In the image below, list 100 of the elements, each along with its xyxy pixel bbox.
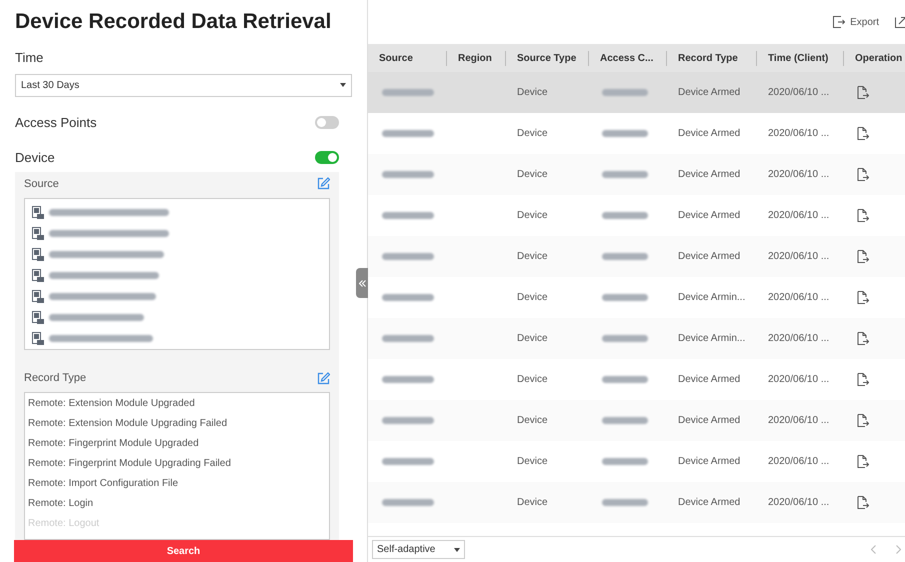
blurred-text bbox=[602, 417, 648, 424]
table-row[interactable]: Device Device Armed 2020/06/10 ... bbox=[368, 400, 905, 441]
table-cell: 2020/06/10 ... bbox=[768, 169, 830, 180]
device-icon bbox=[32, 227, 44, 240]
table-row[interactable]: Device Device Armed 2020/06/10 ... bbox=[368, 236, 905, 277]
table-cell: 2020/06/10 ... bbox=[768, 251, 830, 262]
file-export-icon[interactable] bbox=[857, 127, 869, 140]
page-title: Device Recorded Data Retrieval bbox=[15, 9, 332, 35]
table-cell: Device bbox=[517, 497, 548, 508]
collapse-handle[interactable] bbox=[356, 268, 368, 298]
file-export-icon[interactable] bbox=[857, 332, 869, 345]
file-export-icon[interactable] bbox=[857, 496, 869, 509]
blurred-text bbox=[382, 89, 434, 96]
export-button[interactable]: Export bbox=[833, 14, 879, 30]
export-icon bbox=[833, 16, 846, 28]
table-cell: Device Armed bbox=[678, 415, 740, 426]
blurred-text bbox=[382, 335, 434, 342]
blurred-text bbox=[602, 130, 648, 137]
blurred-text bbox=[602, 335, 648, 342]
caret-icon bbox=[454, 548, 460, 552]
table-cell: 2020/06/10 ... bbox=[768, 87, 830, 98]
file-export-icon[interactable] bbox=[857, 291, 869, 304]
blurred-text bbox=[382, 171, 434, 178]
blurred-text bbox=[602, 458, 648, 465]
double-chevron-icon bbox=[358, 280, 366, 286]
column-header[interactable]: Source Type bbox=[517, 52, 576, 64]
table-cell: Device Armed bbox=[678, 87, 740, 98]
record-type-item[interactable]: Remote: Import Configuration File bbox=[28, 476, 326, 496]
table-cell: 2020/06/10 ... bbox=[768, 128, 830, 139]
blurred-text bbox=[382, 417, 434, 424]
table-cell: Device Armed bbox=[678, 210, 740, 221]
blurred-text bbox=[382, 130, 434, 137]
expand-icon[interactable] bbox=[895, 16, 905, 28]
table-cell: 2020/06/10 ... bbox=[768, 497, 830, 508]
file-export-icon[interactable] bbox=[857, 86, 869, 99]
table-cell: 2020/06/10 ... bbox=[768, 374, 830, 385]
device-icon bbox=[32, 290, 44, 303]
record-type-item[interactable]: Remote: Extension Module Upgraded bbox=[28, 396, 326, 416]
file-export-icon[interactable] bbox=[857, 250, 869, 263]
file-export-icon[interactable] bbox=[857, 414, 869, 427]
blurred-text bbox=[382, 294, 434, 301]
page-size-dropdown[interactable]: Self-adaptive bbox=[372, 540, 465, 559]
record-type-label: Record Type bbox=[24, 371, 86, 386]
column-header[interactable]: Source bbox=[379, 52, 413, 64]
time-label: Time bbox=[15, 49, 44, 67]
table-cell: Device Armin... bbox=[678, 292, 746, 303]
blurred-text bbox=[602, 499, 648, 506]
edit-icon[interactable] bbox=[317, 177, 330, 190]
table-row[interactable]: Device Device Armed 2020/06/10 ... bbox=[368, 482, 905, 523]
column-header[interactable]: Record Type bbox=[678, 52, 738, 64]
toggle-label: Access Points bbox=[15, 114, 97, 132]
blurred-text bbox=[602, 294, 648, 301]
column-header[interactable]: Region bbox=[458, 52, 492, 64]
blurred-text bbox=[382, 499, 434, 506]
table-cell: 2020/06/10 ... bbox=[768, 415, 830, 426]
caret-icon bbox=[340, 83, 346, 87]
toggle-switch[interactable] bbox=[315, 116, 339, 129]
table-cell: Device bbox=[517, 87, 548, 98]
blurred-text bbox=[602, 89, 648, 96]
table-cell: Device bbox=[517, 169, 548, 180]
blurred-text bbox=[382, 376, 434, 383]
source-label: Source bbox=[24, 176, 59, 192]
toggle-switch[interactable] bbox=[315, 151, 339, 164]
table-cell: Device bbox=[517, 210, 548, 221]
table-cell: Device bbox=[517, 415, 548, 426]
column-header[interactable]: Access C... bbox=[600, 52, 654, 64]
table-cell: Device bbox=[517, 251, 548, 262]
table-row[interactable]: Device Device Armed 2020/06/10 ... bbox=[368, 154, 905, 195]
file-export-icon[interactable] bbox=[857, 209, 869, 222]
table-cell: Device bbox=[517, 333, 548, 344]
record-type-item[interactable]: Remote: Fingerprint Module Upgraded bbox=[28, 436, 326, 456]
file-export-icon[interactable] bbox=[857, 168, 869, 181]
table-cell: Device Armed bbox=[678, 128, 740, 139]
blurred-text bbox=[602, 171, 648, 178]
blurred-text bbox=[382, 212, 434, 219]
edit-icon[interactable] bbox=[317, 372, 330, 385]
table-cell: Device bbox=[517, 456, 548, 467]
column-header[interactable]: Time (Client) bbox=[768, 52, 828, 64]
device-icon bbox=[32, 248, 44, 261]
time-dropdown[interactable]: Last 30 Days bbox=[15, 74, 352, 96]
table-cell: Device Armed bbox=[678, 374, 740, 385]
table-cell: Device Armed bbox=[678, 497, 740, 508]
file-export-icon[interactable] bbox=[857, 455, 869, 468]
table-row[interactable]: Device Device Armed 2020/06/10 ... bbox=[368, 72, 905, 113]
toggle-label: Device bbox=[15, 149, 55, 167]
search-button[interactable]: Search bbox=[14, 540, 353, 562]
table-cell: 2020/06/10 ... bbox=[768, 210, 830, 221]
table-row[interactable]: Device Device Armin... 2020/06/10 ... bbox=[368, 318, 905, 359]
table-cell: Device Armed bbox=[678, 169, 740, 180]
table-cell: Device Armed bbox=[678, 251, 740, 262]
file-export-icon[interactable] bbox=[857, 373, 869, 386]
record-type-item[interactable]: Remote: Extension Module Upgrading Failed bbox=[28, 416, 326, 436]
table-cell: 2020/06/10 ... bbox=[768, 333, 830, 344]
table-cell: Device Armin... bbox=[678, 333, 746, 344]
blurred-text bbox=[382, 458, 434, 465]
record-type-item[interactable]: Remote: Fingerprint Module Upgrading Failed bbox=[28, 456, 326, 476]
table-cell: 2020/06/10 ... bbox=[768, 292, 830, 303]
blurred-text bbox=[602, 253, 648, 260]
record-type-item[interactable]: Remote: Login bbox=[28, 496, 326, 516]
column-header[interactable]: Operation bbox=[855, 52, 902, 64]
